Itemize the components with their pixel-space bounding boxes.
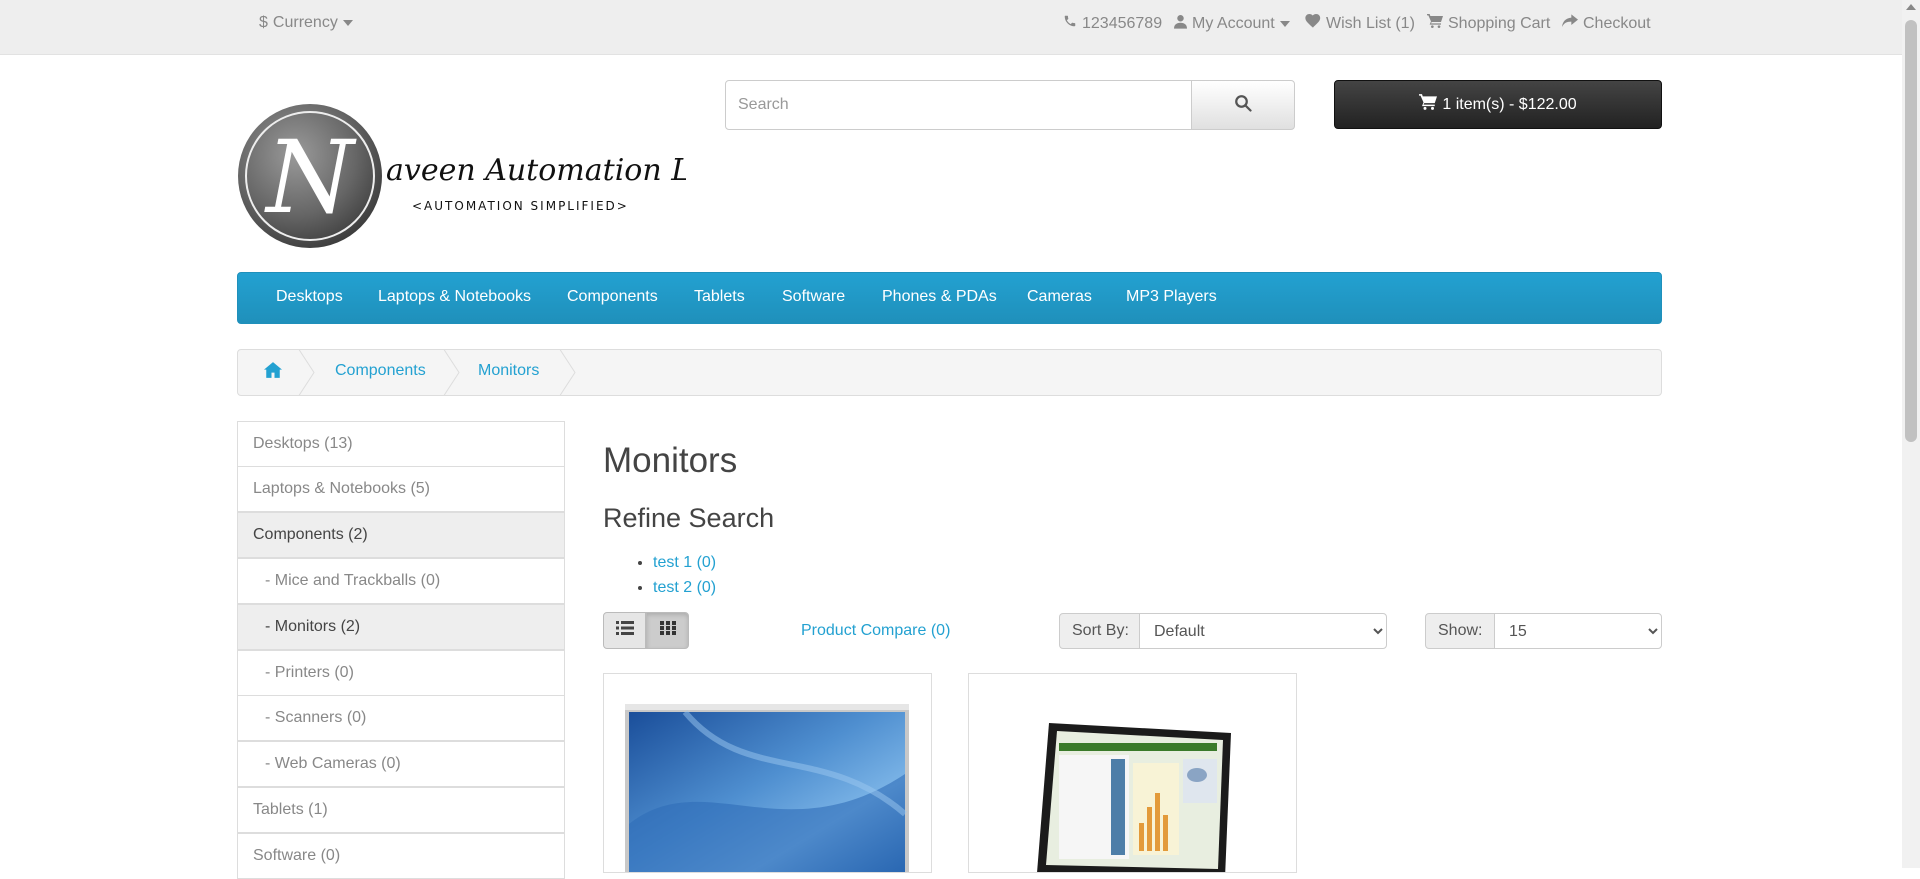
user-icon (1174, 14, 1187, 34)
phone-icon (1063, 14, 1077, 33)
dollar-icon: $ (259, 14, 268, 31)
site-logo[interactable]: N aveen Automation Labs <AUTOMATION SIMP… (236, 100, 744, 252)
list-view-button[interactable] (603, 612, 646, 649)
sort-by-select[interactable]: Default (1139, 613, 1387, 649)
share-icon (1562, 14, 1578, 33)
breadcrumb-separator (443, 350, 460, 395)
grid-view-button[interactable] (646, 612, 689, 649)
breadcrumb-monitors[interactable]: Monitors (478, 362, 539, 380)
list-item: test 1 (0) (653, 550, 716, 575)
sidebar-item-laptops-notebooks[interactable]: Laptops & Notebooks (5) (237, 466, 565, 512)
menu-item-phones-pdas[interactable]: Phones & PDAs (882, 288, 997, 306)
caret-down-icon (1279, 21, 1290, 27)
menu-item-components[interactable]: Components (567, 288, 658, 306)
search-button[interactable] (1191, 80, 1295, 130)
product-card[interactable] (603, 673, 932, 873)
wishlist-link[interactable]: Wish List (1) (1305, 14, 1415, 33)
main-menu: Desktops Laptops & Notebooks Components … (237, 272, 1662, 324)
caret-down-icon (342, 20, 353, 26)
cart-icon (1419, 94, 1438, 115)
menu-item-desktops[interactable]: Desktops (276, 288, 343, 306)
breadcrumb: Components Monitors (237, 349, 1662, 396)
logo-name: aveen Automation Labs (386, 153, 686, 188)
product-image-monitor-black[interactable] (1037, 723, 1231, 872)
top-bar: $ Currency 123456789 My Account Wish Lis… (0, 0, 1902, 55)
show-label: Show: (1425, 613, 1495, 649)
sidebar-item-mice-trackballs[interactable]: - Mice and Trackballs (0) (237, 558, 565, 604)
my-account-dropdown[interactable]: My Account (1174, 14, 1290, 34)
menu-item-cameras[interactable]: Cameras (1027, 288, 1092, 306)
sidebar-item-scanners[interactable]: - Scanners (0) (237, 695, 565, 741)
scroll-up-arrow-icon[interactable] (1906, 4, 1916, 10)
refine-search-title: Refine Search (603, 503, 775, 533)
search-input[interactable] (725, 80, 1192, 130)
menu-item-tablets[interactable]: Tablets (694, 288, 745, 306)
sidebar-item-printers[interactable]: - Printers (0) (237, 650, 565, 696)
my-account-label: My Account (1192, 15, 1275, 32)
cart-button[interactable]: 1 item(s) - $122.00 (1334, 80, 1662, 129)
menu-item-laptops-notebooks[interactable]: Laptops & Notebooks (378, 288, 531, 306)
breadcrumb-components[interactable]: Components (335, 362, 426, 380)
breadcrumb-separator (559, 350, 576, 395)
heart-icon (1305, 14, 1321, 33)
sidebar-item-web-cameras[interactable]: - Web Cameras (0) (237, 741, 565, 787)
menu-item-mp3-players[interactable]: MP3 Players (1126, 288, 1217, 306)
shopping-cart-link[interactable]: Shopping Cart (1427, 14, 1550, 33)
scrollbar-thumb[interactable] (1905, 20, 1917, 442)
sort-by-label: Sort By: (1059, 613, 1140, 649)
menu-item-software[interactable]: Software (782, 288, 845, 306)
checkout-label: Checkout (1583, 14, 1651, 32)
product-card[interactable] (968, 673, 1297, 873)
home-icon[interactable] (264, 362, 282, 383)
grid-icon (659, 621, 676, 640)
refine-link-test-1[interactable]: test 1 (0) (653, 554, 716, 571)
cart-icon (1427, 14, 1443, 33)
product-compare-link[interactable]: Product Compare (0) (801, 622, 950, 640)
sidebar-item-desktops[interactable]: Desktops (13) (237, 421, 565, 467)
breadcrumb-separator (298, 350, 315, 395)
cart-total: 1 item(s) - $122.00 (1442, 95, 1577, 113)
page-title: Monitors (603, 441, 738, 480)
product-image-monitor-blue[interactable] (625, 704, 909, 872)
currency-dropdown[interactable]: $ Currency (259, 14, 353, 32)
sidebar-item-software[interactable]: Software (0) (237, 833, 565, 879)
search-icon (1234, 94, 1252, 117)
currency-label: Currency (272, 14, 338, 31)
refine-search-list: test 1 (0) test 2 (0) (603, 550, 716, 600)
logo-initial: N (264, 119, 357, 236)
checkout-link[interactable]: Checkout (1562, 14, 1651, 33)
show-limit-select[interactable]: 15 (1494, 613, 1662, 649)
sidebar-item-components[interactable]: Components (2) (237, 512, 565, 558)
refine-link-test-2[interactable]: test 2 (0) (653, 579, 716, 596)
phone-link[interactable]: 123456789 (1063, 14, 1162, 33)
logo-tagline: <AUTOMATION SIMPLIFIED> (412, 199, 629, 213)
wishlist-label: Wish List (1) (1326, 14, 1415, 32)
sidebar-item-tablets[interactable]: Tablets (1) (237, 787, 565, 833)
phone-number: 123456789 (1082, 14, 1163, 32)
list-item: test 2 (0) (653, 575, 716, 600)
shopping-cart-label: Shopping Cart (1448, 14, 1551, 32)
sidebar-item-monitors[interactable]: - Monitors (2) (237, 604, 565, 650)
list-icon (615, 621, 634, 640)
